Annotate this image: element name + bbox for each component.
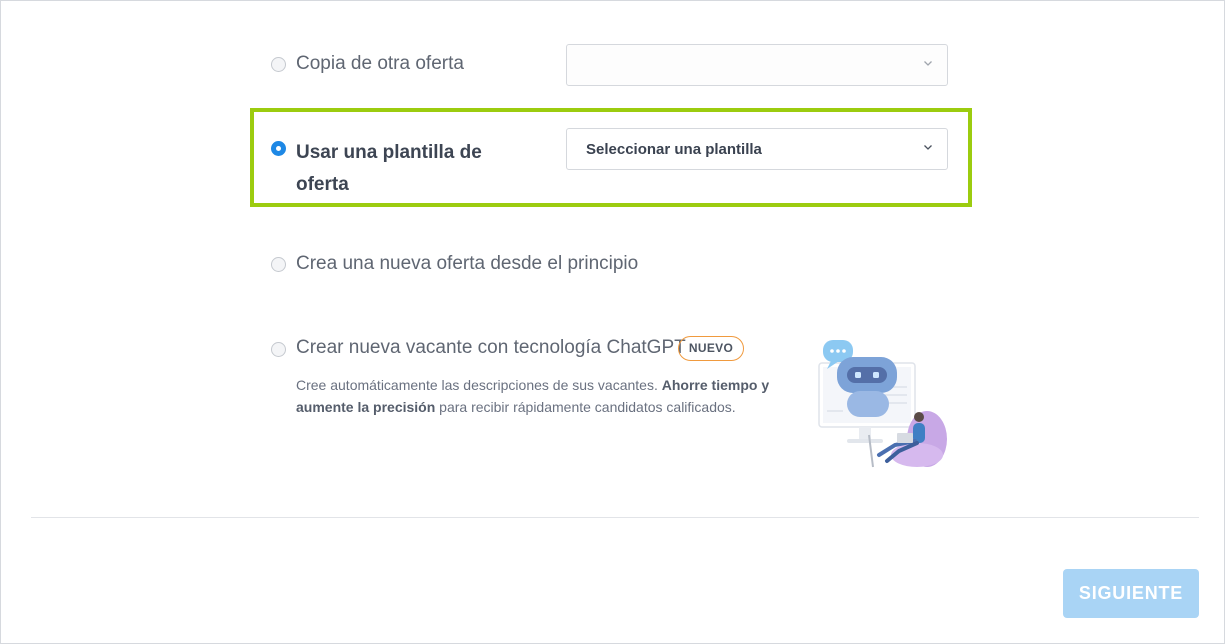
footer-divider xyxy=(31,517,1199,518)
desc-part1: Cree automáticamente las descripciones d… xyxy=(296,377,658,393)
new-offer-label[interactable]: Crea una nueva oferta desde el principio xyxy=(296,253,638,275)
chatgpt-offer-label[interactable]: Crear nueva vacante con tecnología ChatG… xyxy=(296,337,686,359)
chevron-down-icon xyxy=(924,61,932,66)
radio-copy-offer[interactable] xyxy=(271,57,286,72)
new-badge: NUEVO xyxy=(678,336,744,361)
desc-part2: para recibir rápidamente candidatos cali… xyxy=(439,399,736,415)
radio-template-offer[interactable] xyxy=(271,141,286,156)
chevron-down-icon xyxy=(924,145,932,150)
template-offer-label-line1: Usar una plantilla de xyxy=(296,142,482,163)
radio-new-offer[interactable] xyxy=(271,257,286,272)
template-select-value: Seleccionar una plantilla xyxy=(586,141,762,158)
radio-chatgpt-offer[interactable] xyxy=(271,342,286,357)
template-offer-label[interactable]: Usar una plantilla de oferta xyxy=(296,137,482,201)
template-offer-label-line2: oferta xyxy=(296,174,349,195)
template-select[interactable]: Seleccionar una plantilla xyxy=(566,128,948,170)
copy-offer-select[interactable] xyxy=(566,44,948,86)
chatgpt-description: Cree automáticamente las descripciones d… xyxy=(296,374,791,418)
offer-creation-panel: Copia de otra oferta Usar una plantilla … xyxy=(0,0,1225,644)
chatgpt-illustration xyxy=(818,340,947,468)
next-button[interactable]: SIGUIENTE xyxy=(1063,569,1199,618)
copy-offer-label[interactable]: Copia de otra oferta xyxy=(296,53,464,75)
